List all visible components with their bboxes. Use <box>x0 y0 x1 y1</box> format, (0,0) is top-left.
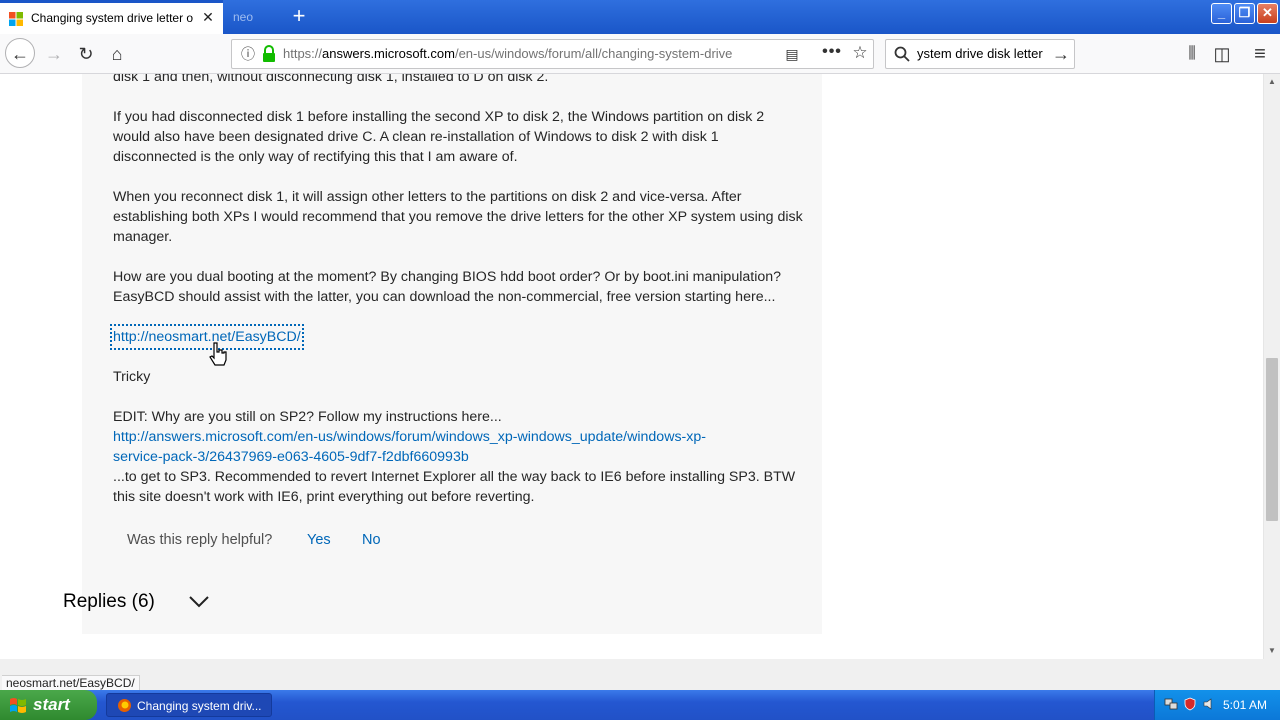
library-icon[interactable]: ⫼ <box>1178 40 1206 68</box>
volume-icon[interactable] <box>1202 697 1216 711</box>
post-paragraph: ...to get to SP3. Recommended to revert … <box>113 469 796 505</box>
clock: 5:01 AM <box>1223 698 1268 712</box>
post-edit-note: EDIT: Why are you still on SP2? Follow m… <box>113 409 502 425</box>
chevron-down-icon[interactable] <box>188 592 210 610</box>
navigation-bar: ← → ↻ ⌂ ⓘ https://answers.microsoft.com/… <box>0 34 1280 74</box>
page-actions-icon[interactable]: ••• <box>821 43 843 63</box>
url-bar[interactable]: ⓘ https://answers.microsoft.com/en-us/wi… <box>231 39 874 69</box>
search-go-arrow-icon[interactable]: → <box>1050 43 1072 65</box>
search-bar[interactable]: ystem drive disk letter → <box>885 39 1075 69</box>
new-tab-plus-icon[interactable]: + <box>288 5 310 28</box>
start-button[interactable]: start <box>0 690 97 720</box>
firefox-icon <box>118 699 131 712</box>
close-window-button[interactable]: ✕ <box>1257 3 1278 24</box>
minimize-button[interactable]: _ <box>1211 3 1232 24</box>
scrollbar-thumb[interactable] <box>1266 358 1278 521</box>
status-bar: neosmart.net/EasyBCD/ <box>0 659 1280 690</box>
search-input[interactable]: ystem drive disk letter <box>917 46 1045 61</box>
tab-neosmart[interactable]: neo <box>223 0 283 34</box>
tab-title: neo <box>233 10 254 24</box>
tab-close-icon[interactable]: ✕ <box>199 8 217 26</box>
windows-flag-icon <box>10 698 26 713</box>
helpful-question: Was this reply helpful? <box>127 532 273 548</box>
hand-pointer-cursor-icon <box>209 342 227 366</box>
bookmark-star-icon[interactable]: ☆ <box>850 43 870 63</box>
tab-active[interactable]: Changing system drive letter on Windows … <box>0 0 223 34</box>
post-paragraph: How are you dual booting at the moment? … <box>113 269 782 305</box>
taskbar: start Changing system driv... 5:01 AM <box>0 690 1280 720</box>
microsoft-logo-icon <box>9 12 23 26</box>
taskbar-item-label: Changing system driv... <box>137 699 262 713</box>
home-icon[interactable]: ⌂ <box>103 40 131 68</box>
info-icon[interactable]: ⓘ <box>240 46 256 62</box>
sp3-instructions-link[interactable]: http://answers.microsoft.com/en-us/windo… <box>113 427 706 447</box>
status-link-url: neosmart.net/EasyBCD/ <box>2 675 140 690</box>
post-paragraph: When you reconnect disk 1, it will assig… <box>113 189 803 245</box>
post-paragraph: If you had disconnected disk 1 before in… <box>113 109 765 165</box>
system-tray: 5:01 AM <box>1154 690 1280 720</box>
post-signature: Tricky <box>113 369 151 385</box>
helpful-no-button[interactable]: No <box>362 532 381 548</box>
network-icon[interactable] <box>1164 697 1178 711</box>
easybcd-link[interactable]: http://neosmart.net/EasyBCD/ <box>110 324 304 350</box>
back-arrow-icon[interactable]: ← <box>5 38 35 68</box>
post-paragraph-partial: disk 1 and then, without disconnecting d… <box>113 74 549 85</box>
replies-heading[interactable]: Replies (6) <box>63 591 155 613</box>
start-label: start <box>33 695 70 714</box>
url-text[interactable]: https://answers.microsoft.com/en-us/wind… <box>283 46 743 61</box>
forward-arrow-icon[interactable]: → <box>40 40 68 68</box>
sp3-instructions-link-continued[interactable]: service-pack-3/26437969-e063-4605-9df7-f… <box>113 447 469 467</box>
page-content: disk 1 and then, without disconnecting d… <box>0 74 1263 659</box>
maximize-button[interactable]: ❐ <box>1234 3 1255 24</box>
tab-title: Changing system drive letter on Windows … <box>31 11 193 25</box>
taskbar-item-firefox[interactable]: Changing system driv... <box>106 693 272 717</box>
scroll-up-arrow-icon[interactable]: ▲ <box>1264 74 1280 90</box>
security-shield-icon[interactable] <box>1183 697 1197 711</box>
vertical-scrollbar[interactable]: ▲ ▼ <box>1263 74 1280 659</box>
sidebar-toggle-icon[interactable]: ◫ <box>1208 40 1236 68</box>
reader-view-icon[interactable]: ▤ <box>783 45 801 63</box>
tab-bar: Changing system drive letter on Windows … <box>0 0 1280 34</box>
scroll-down-arrow-icon[interactable]: ▼ <box>1264 643 1280 659</box>
padlock-icon <box>263 45 275 62</box>
reload-icon[interactable]: ↻ <box>72 40 100 68</box>
hamburger-menu-icon[interactable]: ≡ <box>1246 40 1274 68</box>
search-icon <box>894 46 910 62</box>
helpful-yes-button[interactable]: Yes <box>307 532 331 548</box>
